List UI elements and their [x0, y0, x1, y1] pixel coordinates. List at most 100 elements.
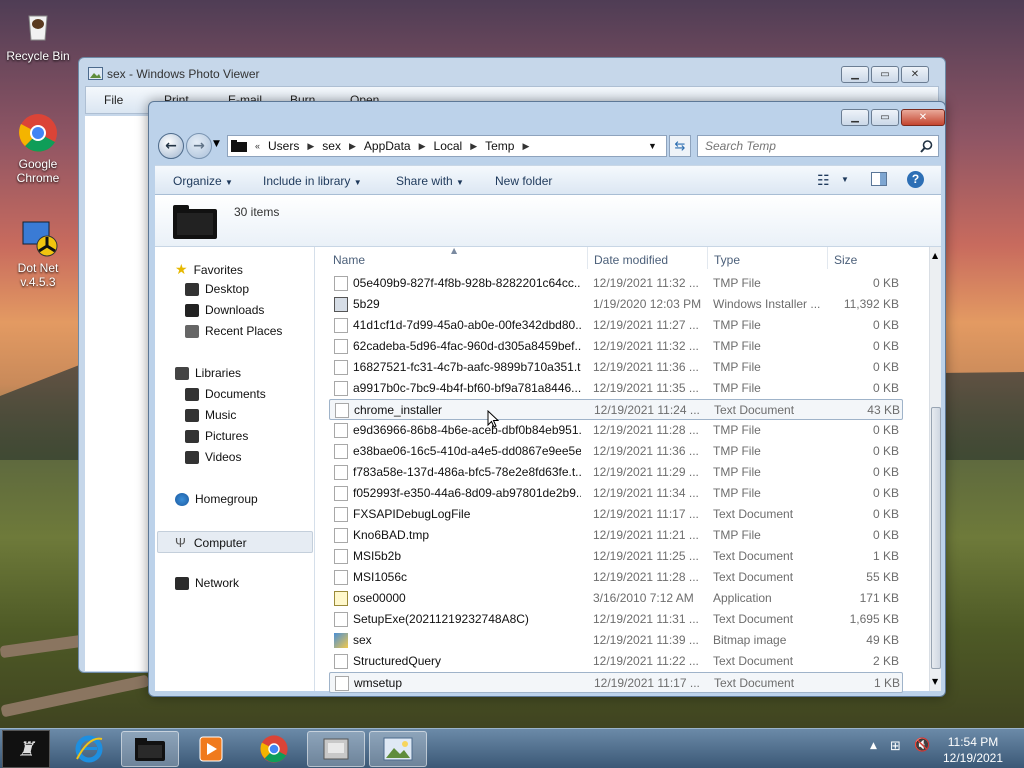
- file-row[interactable]: sex 12/19/2021 11:39 ... Bitmap image 49 KB: [329, 630, 903, 651]
- file-row[interactable]: f052993f-e350-44a6-8d09-ab97801de2b9....…: [329, 483, 903, 504]
- desktop-icon-google-chrome[interactable]: Google Chrome: [2, 112, 74, 185]
- nav-desktop[interactable]: Desktop: [185, 282, 249, 296]
- nav-computer[interactable]: Ψ Computer: [175, 535, 247, 550]
- file-row[interactable]: 16827521-fc31-4c7b-aafc-9899b710a351.t..…: [329, 357, 903, 378]
- scroll-up-arrow-icon[interactable]: ▲: [932, 251, 938, 260]
- desktop-icon-dot-net[interactable]: Dot Net v.4.5.3: [2, 216, 74, 289]
- item-count: 30 items: [234, 205, 280, 219]
- show-hidden-icons-icon[interactable]: ▲: [870, 741, 877, 751]
- nav-music[interactable]: Music: [185, 408, 236, 422]
- nav-libraries[interactable]: Libraries: [175, 366, 241, 380]
- network-tray-icon[interactable]: ⊞: [890, 739, 901, 754]
- chevron-right-icon[interactable]: ▶: [470, 141, 477, 152]
- taskbar-windows-explorer[interactable]: [121, 731, 179, 767]
- file-row[interactable]: 05e409b9-827f-4f8b-928b-8282201c64cc....…: [329, 273, 903, 294]
- breadcrumb-appdata[interactable]: AppData: [364, 139, 411, 153]
- file-row[interactable]: e38bae06-16c5-410d-a4e5-dd0867e9ee5e....…: [329, 441, 903, 462]
- nav-label: Computer: [193, 535, 247, 550]
- file-row[interactable]: MSI5b2b 12/19/2021 11:25 ... Text Document…: [329, 546, 903, 567]
- scrollbar-thumb[interactable]: [931, 407, 941, 669]
- breadcrumb-users[interactable]: Users: [268, 139, 299, 153]
- taskbar-photo-viewer[interactable]: [369, 731, 427, 767]
- menu-file[interactable]: File: [104, 93, 123, 107]
- column-header-size[interactable]: Size: [834, 253, 857, 267]
- refresh-button[interactable]: ⇆: [669, 135, 691, 157]
- share-with-button[interactable]: Share with ▼: [396, 174, 464, 188]
- file-row[interactable]: 62cadeba-5d96-4fac-960d-d305a8459bef....…: [329, 336, 903, 357]
- search-input[interactable]: [698, 136, 908, 156]
- preview-pane-button[interactable]: [871, 172, 887, 189]
- chevron-right-icon[interactable]: ▶: [419, 141, 426, 152]
- file-row[interactable]: 41d1cf1d-7d99-45a0-ab0e-00fe342dbd80... 1…: [329, 315, 903, 336]
- help-icon[interactable]: ?: [907, 171, 924, 188]
- file-row[interactable]: ose00000 3/16/2010 7:12 AM Application 171 …: [329, 588, 903, 609]
- chevron-right-icon[interactable]: ▶: [522, 141, 529, 152]
- column-header-name[interactable]: Name: [333, 253, 365, 267]
- recent-pages-dropdown-icon[interactable]: ▼: [213, 139, 220, 149]
- file-row[interactable]: e9d36966-86b8-4b6e-aceb-dbf0b84eb951....…: [329, 420, 903, 441]
- column-divider[interactable]: [587, 247, 588, 269]
- file-row[interactable]: 5b29 1/19/2020 12:03 PM Windows Installer …: [329, 294, 903, 315]
- desktop-icon-recycle-bin[interactable]: Recycle Bin: [2, 4, 74, 63]
- change-view-icon[interactable]: ☷: [817, 172, 830, 189]
- include-in-library-button[interactable]: Include in library ▼: [263, 174, 362, 188]
- explorer-window[interactable]: ▁ ▭ ✕ ← → ▼ « Users ▶ sex ▶ AppData ▶ Local…: [148, 101, 946, 697]
- file-row[interactable]: a9917b0c-7bc9-4b4f-bf60-bf9a781a8446....…: [329, 378, 903, 399]
- file-row[interactable]: f783a58e-137d-486a-bfc5-78e2e8fd63fe.t..…: [329, 462, 903, 483]
- breadcrumb-temp[interactable]: Temp: [485, 139, 514, 153]
- maximize-button[interactable]: ▭: [871, 66, 899, 83]
- volume-muted-icon[interactable]: 🔇: [914, 738, 930, 753]
- explorer-window-controls: ▁ ▭ ✕: [841, 109, 945, 126]
- file-date-modified: 12/19/2021 11:35 ...: [593, 381, 699, 395]
- nav-homegroup[interactable]: Homegroup: [175, 492, 258, 506]
- taskbar-installer[interactable]: [307, 731, 365, 767]
- taskbar-internet-explorer[interactable]: [60, 731, 118, 767]
- system-clock[interactable]: 11:54 PM 12/19/2021: [938, 734, 1008, 766]
- taskbar-media-player[interactable]: [182, 731, 240, 767]
- chevron-right-icon[interactable]: ▶: [349, 141, 356, 152]
- taskbar-google-chrome[interactable]: [245, 731, 303, 767]
- start-orb-icon: ♜: [17, 737, 35, 761]
- search-icon[interactable]: [920, 140, 933, 153]
- breadcrumb-sex[interactable]: sex: [322, 139, 341, 153]
- organize-button[interactable]: Organize ▼: [173, 174, 233, 188]
- close-button[interactable]: ✕: [901, 109, 945, 126]
- nav-label: Videos: [205, 450, 242, 464]
- file-row[interactable]: SetupExe(20211219232748A8C) 12/19/2021 11…: [329, 609, 903, 630]
- nav-favorites[interactable]: ★ Favorites: [175, 261, 243, 278]
- file-row[interactable]: chrome_installer 12/19/2021 11:24 ... Text…: [329, 399, 903, 420]
- nav-recent-places[interactable]: Recent Places: [185, 324, 282, 338]
- scroll-down-arrow-icon[interactable]: ▼: [932, 677, 938, 686]
- search-box[interactable]: [697, 135, 939, 157]
- nav-pictures[interactable]: Pictures: [185, 429, 248, 443]
- minimize-button[interactable]: ▁: [841, 66, 869, 83]
- file-row[interactable]: MSI1056c 12/19/2021 11:28 ... Text Documen…: [329, 567, 903, 588]
- file-row[interactable]: StructuredQuery 12/19/2021 11:22 ... Text …: [329, 651, 903, 672]
- file-row[interactable]: FXSAPIDebugLogFile 12/19/2021 11:17 ... Te…: [329, 504, 903, 525]
- column-divider[interactable]: [707, 247, 708, 269]
- close-button[interactable]: ✕: [901, 66, 929, 83]
- file-row[interactable]: wmsetup 12/19/2021 11:17 ... Text Document…: [329, 672, 903, 693]
- new-folder-button[interactable]: New folder: [495, 174, 552, 188]
- address-bar[interactable]: « Users ▶ sex ▶ AppData ▶ Local ▶ Temp ▶ ▼: [227, 135, 667, 157]
- minimize-button[interactable]: ▁: [841, 109, 869, 126]
- file-date-modified: 12/19/2021 11:32 ...: [593, 276, 699, 290]
- start-button[interactable]: ♜: [2, 730, 50, 768]
- view-dropdown-icon[interactable]: ▼: [841, 175, 849, 184]
- file-row[interactable]: Kno6BAD.tmp 12/19/2021 11:21 ... TMP File 0…: [329, 525, 903, 546]
- breadcrumb-local[interactable]: Local: [434, 139, 463, 153]
- column-divider[interactable]: [827, 247, 828, 269]
- nav-documents[interactable]: Documents: [185, 387, 266, 401]
- overflow-chevron-icon[interactable]: «: [255, 141, 260, 151]
- column-header-date-modified[interactable]: Date modified: [594, 253, 668, 267]
- address-history-dropdown-icon[interactable]: ▼: [648, 141, 657, 151]
- back-button[interactable]: ←: [158, 133, 184, 159]
- forward-button[interactable]: →: [186, 133, 212, 159]
- maximize-button[interactable]: ▭: [871, 109, 899, 126]
- chevron-right-icon[interactable]: ▶: [307, 141, 314, 152]
- nav-network[interactable]: Network: [175, 576, 239, 590]
- vertical-scrollbar[interactable]: ▲ ▼: [929, 247, 941, 691]
- column-header-type[interactable]: Type: [714, 253, 740, 267]
- nav-videos[interactable]: Videos: [185, 450, 241, 464]
- nav-downloads[interactable]: Downloads: [185, 303, 264, 317]
